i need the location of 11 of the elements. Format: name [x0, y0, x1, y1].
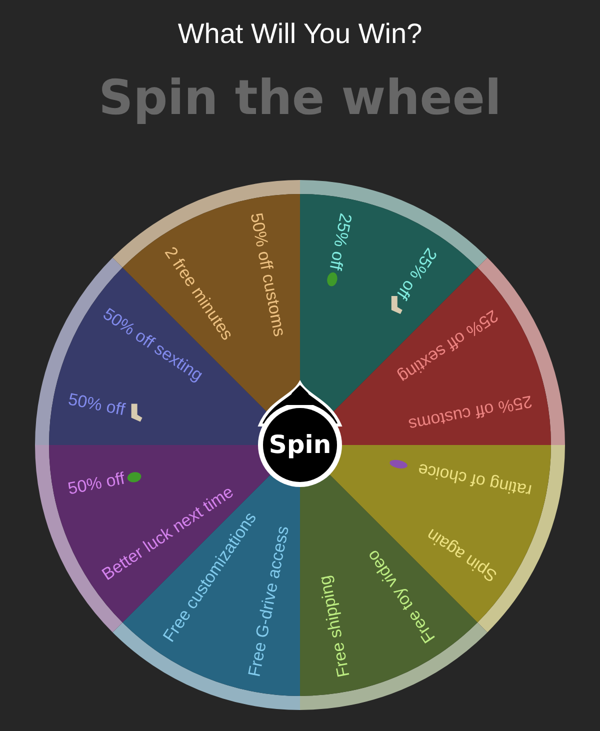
- prize-label: 50% off customs: [246, 211, 290, 338]
- page-title: What Will You Win?: [178, 17, 422, 51]
- prize-label: 25% off: [326, 212, 356, 272]
- prize-label: 50% off: [66, 468, 126, 498]
- sock-icon: [131, 404, 142, 422]
- prize-label: 50% off: [66, 390, 127, 420]
- prize-label: 25% off customs: [407, 392, 534, 434]
- prize-label: rating of choice: [416, 460, 534, 500]
- wheel-heading: Spin the wheel: [98, 70, 502, 126]
- prize-label: Free shipping: [315, 574, 354, 679]
- prize-label: Spin again: [423, 525, 500, 586]
